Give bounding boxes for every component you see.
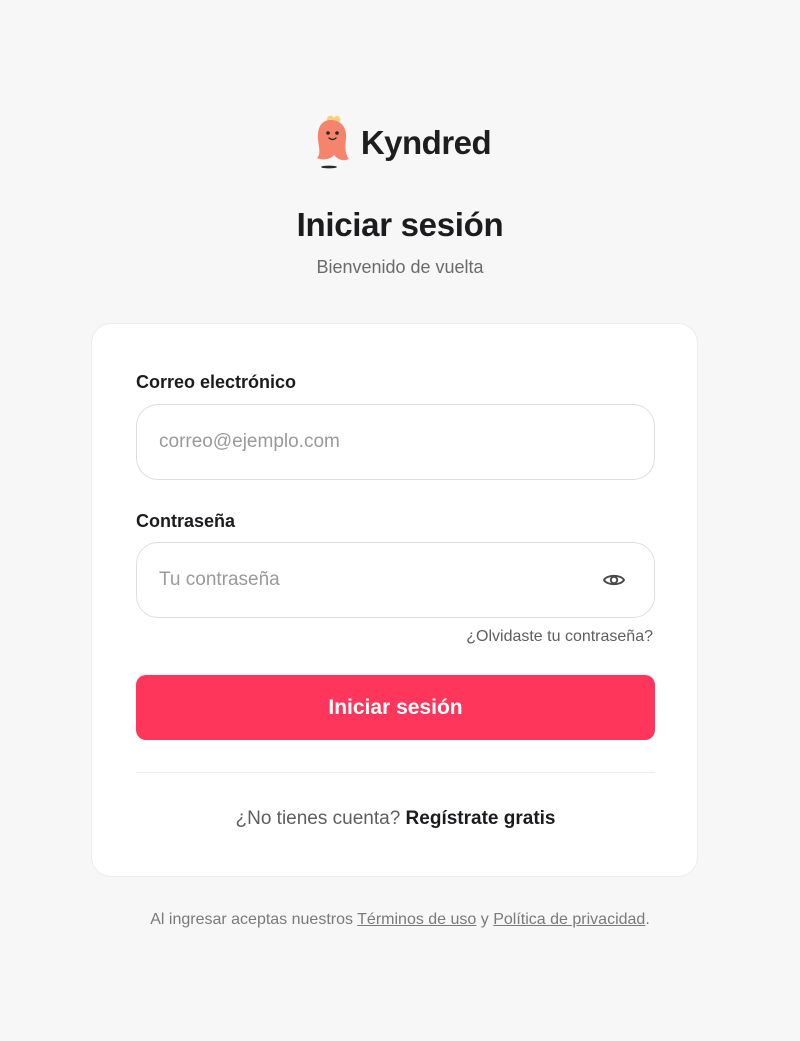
signup-row: ¿No tienes cuenta? Regístrate gratis <box>92 807 699 831</box>
password-field[interactable] <box>137 543 592 617</box>
password-label: Contraseña <box>136 511 236 531</box>
legal-conjunction: y <box>480 911 489 928</box>
email-field[interactable] <box>137 405 654 479</box>
email-field-wrapper <box>136 404 655 480</box>
signup-prompt: ¿No tienes cuenta? <box>235 808 401 829</box>
legal-suffix: . <box>645 911 650 928</box>
legal-prefix: Al ingresar aceptas nuestros <box>150 911 353 928</box>
password-field-wrapper <box>136 542 655 618</box>
forgot-password-link[interactable]: ¿Olvidaste tu contraseña? <box>466 627 653 647</box>
login-card: Correo electrónico Contraseña ¿Olvidaste… <box>91 323 698 877</box>
privacy-link[interactable]: Política de privacidad <box>493 911 645 928</box>
brand-name: Kyndred <box>360 123 492 161</box>
page-title: Iniciar sesión <box>296 206 504 243</box>
brand-logo: Kyndred <box>0 112 800 172</box>
legal-notice: Al ingresar aceptas nuestros Términos de… <box>0 910 800 930</box>
eye-icon <box>603 574 625 586</box>
ghost-mascot-icon <box>316 115 349 169</box>
login-page: Kyndred Iniciar sesión Bienvenido de vue… <box>0 0 800 1041</box>
divider <box>136 772 655 773</box>
page-subtitle: Bienvenido de vuelta <box>316 257 484 277</box>
login-button[interactable]: Iniciar sesión <box>136 675 655 740</box>
email-label: Correo electrónico <box>136 372 297 392</box>
signup-link[interactable]: Regístrate gratis <box>406 808 556 829</box>
terms-link[interactable]: Términos de uso <box>357 911 476 928</box>
show-password-toggle[interactable] <box>592 558 636 602</box>
